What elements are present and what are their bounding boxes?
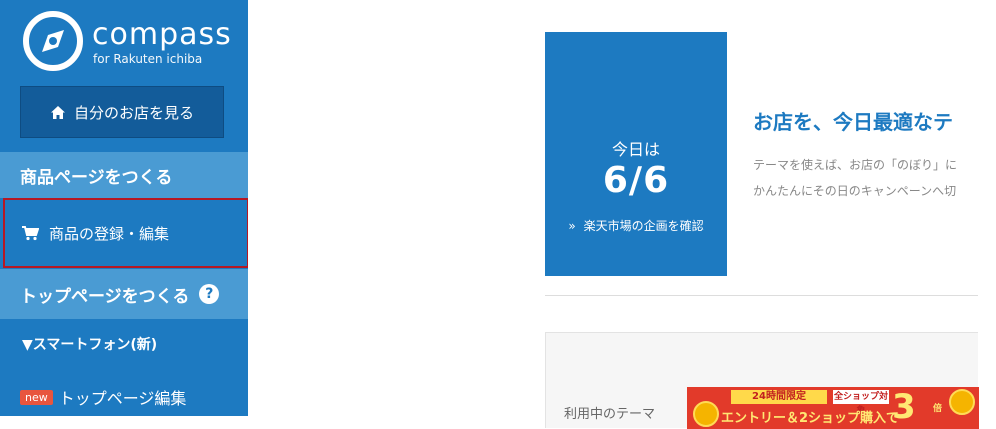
banner-multiplier-unit: 倍 bbox=[933, 404, 943, 414]
nav-item-product-edit-label: 商品の登録・編集 bbox=[49, 224, 170, 243]
smartphone-heading[interactable]: ▼スマートフォン(新) bbox=[22, 334, 157, 354]
home-icon bbox=[50, 105, 65, 119]
banner-multiplier: 3 bbox=[892, 387, 916, 427]
page-description: テーマを使えば、お店の「のぼり」に かんたんにその日のキャンペーンへ切 bbox=[753, 152, 996, 204]
nav-item-product-edit[interactable]: 商品の登録・編集 bbox=[3, 198, 248, 268]
brand-name: compass bbox=[92, 17, 232, 52]
view-my-shop-button[interactable]: 自分のお店を見る bbox=[20, 86, 224, 138]
banner-tag-24h: 24時間限定 bbox=[731, 390, 827, 404]
double-chevron-right-icon: » bbox=[568, 218, 576, 233]
current-theme-label: 利用中のテーマ bbox=[564, 407, 656, 422]
nav-item-top-page-edit-label: トップページ編集 bbox=[58, 389, 187, 408]
rakuten-campaign-link[interactable]: » 楽天市場の企画を確認 bbox=[545, 217, 727, 234]
compass-logo-icon bbox=[23, 11, 83, 71]
help-icon[interactable]: ? bbox=[199, 284, 220, 304]
section-top-page: トップページをつくる ? bbox=[0, 269, 248, 319]
current-theme-panel: 利用中のテーマ 24時間限定 全ショップ対象 エントリー＆2ショップ購入で 3 … bbox=[545, 332, 979, 429]
nav-item-top-page-edit[interactable]: new トップページ編集 bbox=[20, 385, 186, 409]
today-date-value: 6/6 bbox=[602, 160, 670, 201]
cart-icon bbox=[22, 226, 39, 241]
coin-icon bbox=[949, 389, 975, 415]
view-my-shop-label: 自分のお店を見る bbox=[73, 103, 194, 122]
section-top-title: トップページをつくる bbox=[20, 286, 190, 307]
today-date-box: 今日は 6/6 » 楽天市場の企画を確認 bbox=[545, 32, 727, 276]
rakuten-campaign-link-label: 楽天市場の企画を確認 bbox=[583, 219, 704, 233]
campaign-banner-image[interactable]: 24時間限定 全ショップ対象 エントリー＆2ショップ購入で 3 倍 bbox=[687, 387, 979, 429]
description-line-2: かんたんにその日のキャンペーンへ切 bbox=[753, 184, 957, 198]
coin-icon bbox=[693, 401, 719, 427]
banner-tag-all-shops: 全ショップ対象 bbox=[833, 390, 889, 416]
new-badge: new bbox=[20, 389, 53, 405]
divider bbox=[545, 295, 978, 296]
logo[interactable]: compass for Rakuten ichiba bbox=[22, 10, 237, 72]
page-headline: お店を、今日最適なテ bbox=[753, 110, 953, 134]
description-line-1: テーマを使えば、お店の「のぼり」に bbox=[753, 158, 958, 172]
section-product-title: 商品ページをつくる bbox=[20, 167, 173, 188]
today-label: 今日は bbox=[611, 140, 660, 159]
brand-subtitle: for Rakuten ichiba bbox=[93, 52, 203, 66]
banner-main-text: エントリー＆2ショップ購入で bbox=[721, 411, 900, 426]
section-product-page: 商品ページをつくる bbox=[0, 152, 248, 198]
sidebar: compass for Rakuten ichiba 自分のお店を見る 商品ペー… bbox=[0, 0, 248, 416]
